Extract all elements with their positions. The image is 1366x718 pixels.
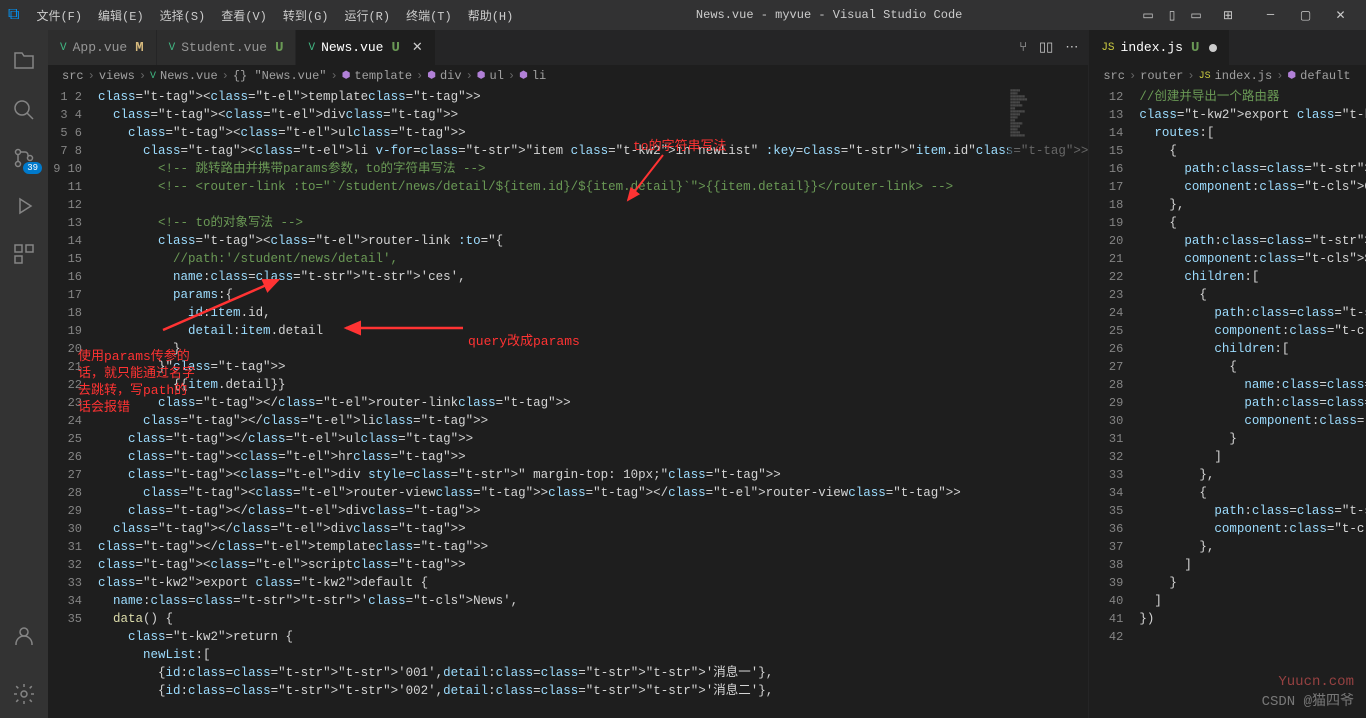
tab-student-vue[interactable]: VStudent.vueU [157, 30, 297, 65]
vscode-icon: ⧉ [8, 6, 19, 24]
more-icon[interactable]: ⋯ [1065, 40, 1078, 55]
layout-icon[interactable]: ▯ [1162, 6, 1182, 24]
menu-view[interactable]: 查看(V) [214, 3, 274, 28]
window-title: News.vue - myvue - Visual Studio Code [520, 8, 1138, 22]
gutter: 12 13 14 15 16 17 18 19 20 21 22 23 24 2… [1089, 87, 1139, 718]
scm-badge: 39 [23, 162, 42, 174]
close-icon[interactable]: ✕ [412, 40, 423, 55]
editor-group-right: JSindex.jsU ▷ ▯▯ ⋯ src› router› JSindex.… [1089, 30, 1366, 718]
account-icon[interactable] [0, 612, 48, 660]
code-area-left[interactable]: 1 2 3 4 5 6 7 8 9 10 11 12 13 14 15 16 1… [48, 87, 1088, 718]
close-button[interactable]: ✕ [1323, 1, 1358, 29]
extensions-icon[interactable] [0, 230, 48, 278]
menu-help[interactable]: 帮助(H) [461, 3, 521, 28]
breadcrumb-right[interactable]: src› router› JSindex.js› ⬢default [1089, 65, 1366, 87]
menu-select[interactable]: 选择(S) [153, 3, 213, 28]
minimap[interactable]: ████████████████████████████████████████… [1008, 87, 1088, 718]
watermark: CSDN @猫四爷 [1262, 690, 1354, 710]
layout-icon[interactable]: ▭ [1186, 6, 1206, 24]
activity-bar: 39 [0, 30, 48, 718]
editor-group-left: VApp.vueM VStudent.vueU VNews.vueU✕ ⑂ ▯▯… [48, 30, 1089, 718]
unsaved-icon [1209, 44, 1217, 52]
menu-terminal[interactable]: 终端(T) [399, 3, 459, 28]
layout-icon[interactable]: ▭ [1138, 6, 1158, 24]
window-controls: ─ ▢ ✕ [1253, 1, 1358, 29]
breadcrumb-left[interactable]: src› views› VNews.vue› {} "News.vue"› ⬢t… [48, 65, 1088, 87]
maximize-button[interactable]: ▢ [1288, 1, 1323, 29]
source-control-icon[interactable]: 39 [0, 134, 48, 182]
split-icon[interactable]: ▯▯ [1039, 40, 1053, 55]
debug-icon[interactable] [0, 182, 48, 230]
code-content[interactable]: //创建并导出一个路由器class="t-kw2">export class="… [1139, 87, 1366, 718]
tab-index-js[interactable]: JSindex.jsU [1089, 30, 1230, 65]
code-content[interactable]: class="t-tag"><class="t-el">templateclas… [98, 87, 1088, 718]
compare-icon[interactable]: ⑂ [1019, 40, 1027, 55]
tab-app-vue[interactable]: VApp.vueM [48, 30, 157, 65]
menu-goto[interactable]: 转到(G) [276, 3, 336, 28]
settings-icon[interactable] [0, 670, 48, 718]
tab-actions: ⑂ ▯▯ ⋯ [1009, 30, 1088, 65]
gutter: 1 2 3 4 5 6 7 8 9 10 11 12 13 14 15 16 1… [48, 87, 98, 718]
menu-file[interactable]: 文件(F) [29, 3, 89, 28]
code-area-right[interactable]: 12 13 14 15 16 17 18 19 20 21 22 23 24 2… [1089, 87, 1366, 718]
tabs-left: VApp.vueM VStudent.vueU VNews.vueU✕ ⑂ ▯▯… [48, 30, 1088, 65]
minimize-button[interactable]: ─ [1253, 1, 1288, 29]
search-icon[interactable] [0, 86, 48, 134]
tabs-right: JSindex.jsU ▷ ▯▯ ⋯ [1089, 30, 1366, 65]
menu-bar: 文件(F) 编辑(E) 选择(S) 查看(V) 转到(G) 运行(R) 终端(T… [29, 3, 520, 28]
tab-news-vue[interactable]: VNews.vueU✕ [296, 30, 435, 65]
explorer-icon[interactable] [0, 38, 48, 86]
layout-icon[interactable]: ⊞ [1218, 6, 1238, 24]
menu-edit[interactable]: 编辑(E) [91, 3, 151, 28]
layout-controls: ▭ ▯ ▭ ⊞ [1138, 6, 1238, 24]
titlebar: ⧉ 文件(F) 编辑(E) 选择(S) 查看(V) 转到(G) 运行(R) 终端… [0, 0, 1366, 30]
watermark: Yuucn.com [1278, 674, 1354, 690]
menu-run[interactable]: 运行(R) [337, 3, 397, 28]
